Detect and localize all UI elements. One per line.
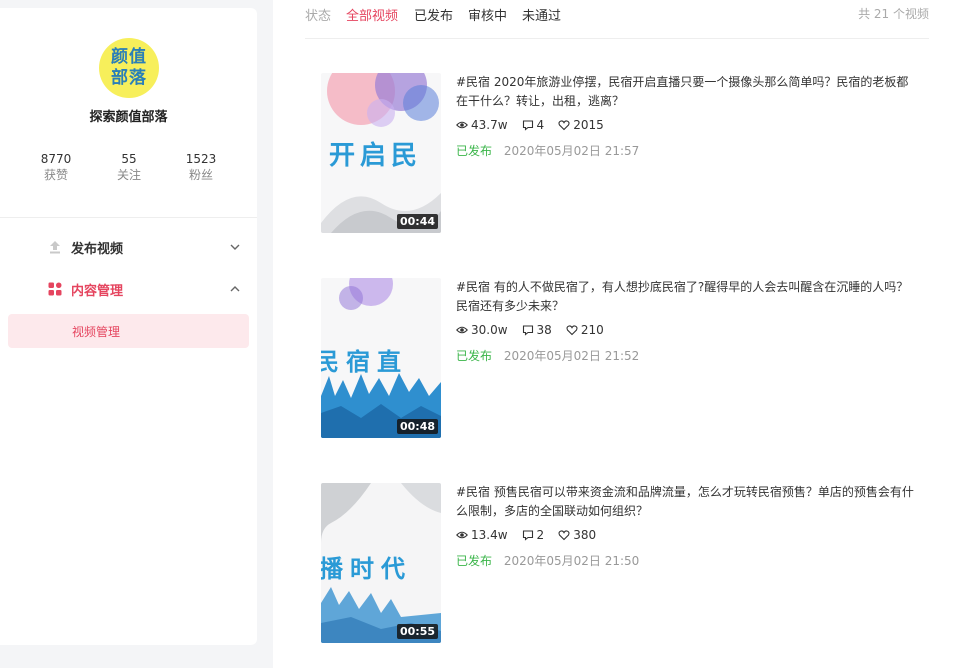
publish-time: 2020年05月02日 21:52	[503, 349, 640, 363]
video-item: 民宿直 00:48 #民宿 有的人不做民宿了，有人想抄底民宿了?醒得早的人会去叫…	[321, 278, 921, 440]
views-count: 13.4w	[471, 528, 508, 542]
video-thumbnail[interactable]: 开启民 00:44	[321, 73, 441, 233]
thumbnail-text: 开启民	[329, 141, 423, 171]
stat-likes-value: 8770	[40, 152, 72, 166]
video-item: 播时代 00:55 #民宿 预售民宿可以带来资金流和品牌流量，怎么才玩转民宿预售…	[321, 483, 921, 645]
comments-count: 38	[536, 323, 552, 337]
profile-card: 颜值 部落 探索颜值部落 8770 获赞 55 关注 1523 粉丝	[0, 8, 257, 218]
comments-metric: 2	[522, 528, 545, 542]
likes-count: 2015	[573, 118, 604, 132]
status-badge: 已发布	[456, 554, 493, 568]
publish-time: 2020年05月02日 21:50	[503, 554, 640, 568]
video-duration: 00:44	[396, 214, 438, 229]
video-duration: 00:55	[396, 624, 438, 639]
status-badge: 已发布	[456, 349, 493, 363]
comments-count: 4	[536, 118, 545, 132]
filter-status-label: 状态	[305, 9, 332, 24]
status-badge: 已发布	[456, 144, 493, 158]
comments-metric: 4	[522, 118, 545, 132]
chevron-up-icon	[230, 286, 240, 292]
stat-likes-label: 获赞	[43, 168, 68, 182]
views-metric: 43.7w	[456, 118, 508, 132]
video-metrics: 43.7w 4 2015	[456, 118, 618, 132]
likes-metric: 2015	[558, 118, 604, 132]
eye-icon	[456, 326, 468, 334]
video-thumbnail[interactable]: 播时代 00:55	[321, 483, 441, 643]
menu-content-management[interactable]: 内容管理	[0, 274, 257, 304]
submenu-video-management-label: 视频管理	[72, 325, 121, 339]
stat-likes: 8770 获赞	[31, 152, 81, 183]
profile-name: 探索颜值部落	[89, 110, 168, 125]
video-item: 开启民 00:44 #民宿 2020年旅游业停摆，民宿开启直播只要一个摄像头那么…	[321, 73, 921, 235]
likes-metric: 210	[566, 323, 604, 337]
thumbnail-text: 播时代	[321, 555, 412, 583]
views-metric: 13.4w	[456, 528, 508, 542]
grid-icon	[48, 282, 62, 296]
video-count: 共 21 个视频	[858, 7, 929, 21]
chevron-down-icon	[230, 244, 240, 250]
comment-icon	[522, 325, 533, 336]
video-status-row: 已发布 2020年05月02日 21:50	[456, 552, 639, 569]
views-metric: 30.0w	[456, 323, 508, 337]
content-area: 状态 全部视频 已发布 审核中 未通过 共 21 个视频 开启民 00:44 #…	[273, 0, 959, 668]
tab-reviewing[interactable]: 审核中	[468, 5, 507, 24]
stat-following[interactable]: 55 关注	[104, 152, 154, 183]
menu-manage-label: 内容管理	[71, 283, 124, 299]
video-duration: 00:48	[396, 419, 438, 434]
avatar-text-line2: 部落	[111, 68, 147, 88]
stat-fans[interactable]: 1523 粉丝	[176, 152, 226, 183]
video-thumbnail[interactable]: 民宿直 00:48	[321, 278, 441, 438]
stat-fans-value: 1523	[185, 152, 217, 166]
video-title[interactable]: #民宿 有的人不做民宿了，有人想抄底民宿了?醒得早的人会去叫醒含在沉睡的人吗？民…	[456, 278, 916, 316]
submenu-video-management[interactable]: 视频管理	[8, 314, 249, 348]
upload-icon	[50, 241, 60, 254]
stat-fans-label: 粉丝	[188, 168, 213, 182]
publish-time: 2020年05月02日 21:57	[503, 144, 640, 158]
stat-following-label: 关注	[116, 168, 141, 182]
thumbnail-text: 民宿直	[321, 348, 408, 376]
likes-metric: 380	[558, 528, 596, 542]
video-status-row: 已发布 2020年05月02日 21:52	[456, 347, 639, 364]
heart-icon	[566, 325, 578, 336]
menu-publish-label: 发布视频	[71, 241, 124, 257]
eye-icon	[456, 531, 468, 539]
video-metrics: 13.4w 2 380	[456, 528, 610, 542]
likes-count: 380	[573, 528, 597, 542]
views-count: 43.7w	[471, 118, 508, 132]
likes-count: 210	[580, 323, 604, 337]
eye-icon	[456, 121, 468, 129]
heart-icon	[558, 120, 570, 131]
tab-rejected[interactable]: 未通过	[522, 5, 561, 24]
comments-count: 2	[536, 528, 545, 542]
heart-icon	[558, 530, 570, 541]
avatar[interactable]: 颜值 部落	[99, 38, 159, 98]
views-count: 30.0w	[471, 323, 508, 337]
stat-following-value: 55	[121, 152, 137, 166]
comments-metric: 38	[522, 323, 552, 337]
menu-publish-video[interactable]: 发布视频	[0, 232, 257, 262]
filter-tabs: 状态 全部视频 已发布 审核中 未通过 共 21 个视频	[305, 0, 929, 39]
video-title[interactable]: #民宿 2020年旅游业停摆，民宿开启直播只要一个摄像头那么简单吗？民宿的老板都…	[456, 73, 916, 111]
tab-published[interactable]: 已发布	[414, 5, 453, 24]
video-title[interactable]: #民宿 预售民宿可以带来资金流和品牌流量，怎么才玩转民宿预售？单店的预售会有什么…	[456, 483, 916, 521]
sidebar: 颜值 部落 探索颜值部落 8770 获赞 55 关注 1523 粉丝 发布视频	[0, 8, 257, 645]
video-metrics: 30.0w 38 210	[456, 323, 618, 337]
comment-icon	[522, 530, 533, 541]
tab-all-videos[interactable]: 全部视频	[346, 5, 398, 24]
avatar-text-line1: 颜值	[111, 47, 147, 67]
video-status-row: 已发布 2020年05月02日 21:57	[456, 142, 639, 159]
comment-icon	[522, 120, 533, 131]
